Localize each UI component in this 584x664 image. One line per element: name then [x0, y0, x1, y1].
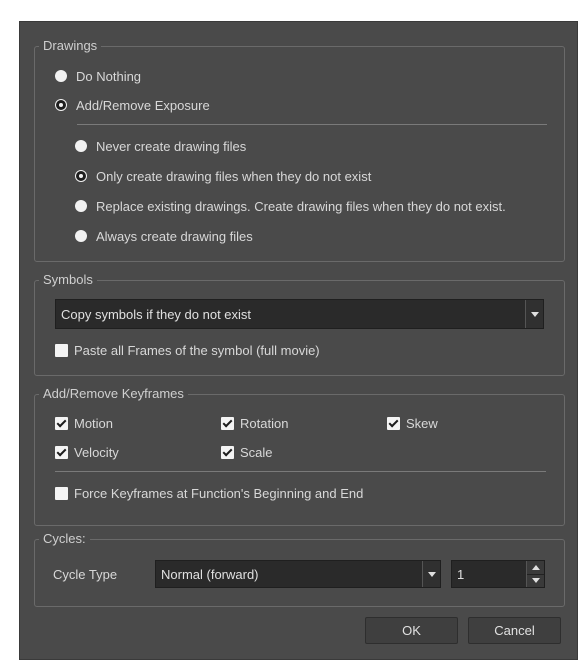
radio-add-remove-exposure[interactable]: Add/Remove Exposure	[55, 95, 210, 115]
radio-replace-existing[interactable]: Replace existing drawings. Create drawin…	[75, 196, 506, 216]
keyframes-divider	[55, 471, 546, 472]
radio-selected-icon	[76, 171, 86, 181]
radio-selected-icon	[56, 100, 66, 110]
drawings-divider	[77, 124, 547, 125]
chevron-down-icon[interactable]	[525, 300, 543, 328]
radio-label: Replace existing drawings. Create drawin…	[96, 198, 506, 214]
radio-label: Add/Remove Exposure	[76, 97, 210, 113]
radio-icon	[75, 200, 87, 212]
checkbox-label: Force Keyframes at Function's Beginning …	[74, 485, 364, 501]
paste-all-frames-checkbox[interactable]: Paste all Frames of the symbol (full mov…	[55, 340, 320, 360]
paste-special-dialog: Drawings Do Nothing Add/Remove Exposure …	[19, 21, 578, 660]
skew-checkbox[interactable]: Skew	[387, 413, 438, 433]
symbols-dropdown-value: Copy symbols if they do not exist	[61, 306, 252, 322]
spin-buttons	[526, 561, 544, 587]
checkbox-label: Paste all Frames of the symbol (full mov…	[74, 342, 320, 358]
checkmark-icon	[55, 445, 68, 459]
drawings-title: Drawings	[39, 38, 102, 54]
checkbox-label: Skew	[406, 415, 438, 431]
cancel-button[interactable]: Cancel	[468, 617, 561, 644]
cycles-title: Cycles:	[39, 531, 90, 547]
checkbox-label: Rotation	[240, 415, 289, 431]
symbols-group: Symbols Copy symbols if they do not exis…	[34, 272, 565, 376]
cycle-count-spinbox[interactable]: 1	[451, 560, 545, 588]
force-keyframes-checkbox[interactable]: Force Keyframes at Function's Beginning …	[55, 483, 363, 503]
radio-only-create-when-not-exist[interactable]: Only create drawing files when they do n…	[75, 166, 371, 186]
checkbox-label: Velocity	[74, 444, 119, 460]
checkbox-icon	[55, 486, 68, 500]
checkbox-icon	[55, 343, 68, 357]
radio-never-create[interactable]: Never create drawing files	[75, 136, 246, 156]
cycle-type-dropdown[interactable]: Normal (forward)	[155, 560, 441, 588]
ok-button[interactable]: OK	[365, 617, 458, 644]
chevron-down-icon[interactable]	[422, 561, 440, 587]
drawings-group: Drawings Do Nothing Add/Remove Exposure …	[34, 38, 565, 262]
radio-icon	[75, 140, 87, 152]
keyframes-title: Add/Remove Keyframes	[39, 386, 188, 402]
radio-icon	[75, 230, 87, 242]
radio-label: Always create drawing files	[96, 228, 253, 244]
cycle-type-value: Normal (forward)	[161, 566, 259, 582]
chevron-down-icon[interactable]	[527, 574, 544, 587]
symbols-title: Symbols	[39, 272, 97, 288]
checkbox-label: Motion	[74, 415, 114, 431]
cycles-group: Cycles: Cycle Type Normal (forward) 1	[34, 531, 565, 607]
keyframes-group: Add/Remove Keyframes Motion Rotation Ske…	[34, 386, 565, 526]
cycle-type-label: Cycle Type	[53, 567, 118, 582]
radio-label: Do Nothing	[76, 68, 142, 84]
checkmark-icon	[221, 445, 234, 459]
symbols-dropdown[interactable]: Copy symbols if they do not exist	[55, 299, 544, 329]
checkbox-label: Scale	[240, 444, 273, 460]
velocity-checkbox[interactable]: Velocity	[55, 442, 119, 462]
radio-do-nothing[interactable]: Do Nothing	[55, 66, 141, 86]
radio-label: Only create drawing files when they do n…	[96, 168, 372, 184]
scale-checkbox[interactable]: Scale	[221, 442, 273, 462]
rotation-checkbox[interactable]: Rotation	[221, 413, 288, 433]
radio-icon	[55, 70, 67, 82]
checkmark-icon	[55, 416, 68, 430]
radio-label: Never create drawing files	[96, 138, 247, 154]
checkmark-icon	[221, 416, 234, 430]
cycle-count-value: 1	[457, 566, 465, 582]
motion-checkbox[interactable]: Motion	[55, 413, 113, 433]
chevron-up-icon[interactable]	[527, 561, 544, 575]
checkmark-icon	[387, 416, 400, 430]
radio-always-create[interactable]: Always create drawing files	[75, 226, 253, 246]
